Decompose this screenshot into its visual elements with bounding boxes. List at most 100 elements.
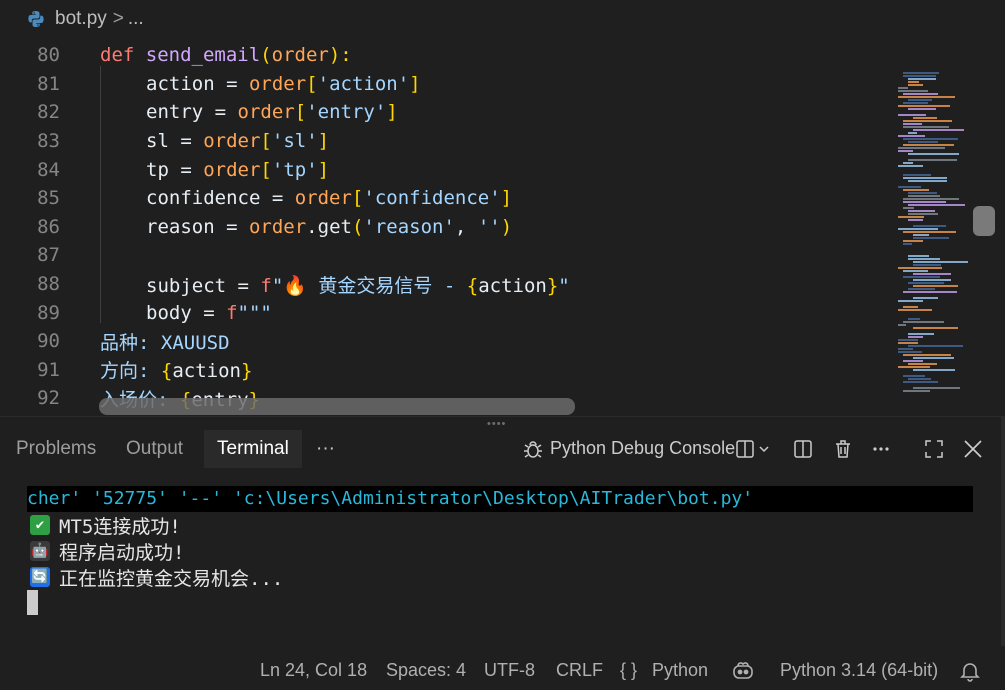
minimap-line	[908, 141, 938, 143]
code-editor[interactable]: 80 def send_email(order): 81 action = or…	[0, 38, 1005, 416]
minimap-line	[908, 99, 932, 101]
operator: =	[226, 274, 261, 297]
operator: =	[168, 130, 204, 153]
bell-icon[interactable]	[957, 658, 983, 684]
code-line-89: 89 body = f"""	[0, 298, 900, 327]
copilot-icon[interactable]	[730, 657, 756, 683]
object: order	[248, 72, 307, 95]
chevron-right-icon: >	[112, 8, 124, 29]
minimap-line	[913, 129, 964, 131]
code-line-86: 86 reason = order.get('reason', '')	[0, 213, 900, 242]
maximize-panel-icon[interactable]	[921, 436, 947, 462]
minimap-line	[903, 75, 936, 77]
tab-problems[interactable]: Problems	[16, 430, 96, 468]
minimap-line	[898, 366, 930, 368]
debug-bug-icon	[520, 436, 546, 462]
terminal-output[interactable]: cher' '52775' '--' 'c:\Users\Administrat…	[0, 480, 1005, 640]
code-line-88: 88 subject = f"🔥 黄金交易信号 - {action}"	[0, 270, 900, 299]
trash-icon[interactable]	[830, 436, 856, 462]
minimap-line	[908, 78, 936, 80]
breadcrumb-file[interactable]: bot.py	[55, 8, 107, 30]
minimap[interactable]	[898, 72, 970, 402]
keyword: def	[100, 44, 135, 67]
fstring-prefix: f	[260, 274, 272, 297]
minimap-line	[908, 192, 937, 194]
bracket: ]	[409, 72, 421, 95]
more-actions-icon[interactable]	[868, 436, 894, 462]
string: 方向:	[100, 360, 161, 383]
minimap-line	[908, 210, 935, 212]
line-ending[interactable]: CRLF	[556, 660, 603, 681]
variable: action	[146, 72, 215, 95]
minimap-line	[908, 204, 965, 206]
string: 黄金交易信号 -	[306, 274, 467, 297]
minimap-line	[908, 258, 940, 260]
panel-divider	[0, 416, 1005, 417]
interp-variable: action	[478, 274, 547, 297]
minimap-line	[903, 306, 918, 308]
minimap-line	[903, 126, 949, 128]
language-mode[interactable]: Python	[652, 660, 708, 681]
minimap-line	[913, 327, 958, 329]
minimap-line	[898, 165, 923, 167]
breadcrumb-more[interactable]: ...	[128, 8, 144, 30]
minimap-line	[913, 279, 951, 281]
terminal-name[interactable]: Python Debug Console	[550, 438, 735, 459]
bracket: [	[260, 130, 272, 153]
bracket: [	[306, 72, 318, 95]
quote: "	[271, 274, 284, 297]
minimap-line	[913, 297, 938, 299]
minimap-line	[903, 270, 928, 272]
minimap-line	[908, 81, 919, 83]
minimap-line	[903, 291, 957, 293]
bracket: ]	[500, 187, 513, 210]
bracket: [	[260, 158, 272, 181]
minimap-line	[908, 336, 923, 338]
minimap-line	[903, 231, 956, 233]
editor-vertical-scrollbar[interactable]	[973, 206, 995, 236]
editor-horizontal-scrollbar[interactable]	[99, 398, 575, 415]
variable: tp	[146, 158, 169, 181]
python-file-icon	[27, 10, 45, 28]
bracket: ]	[386, 101, 398, 124]
indentation[interactable]: Spaces: 4	[386, 660, 466, 681]
line-number: 86	[37, 215, 60, 238]
minimap-line	[898, 114, 926, 116]
minimap-line	[903, 162, 913, 164]
minimap-line	[908, 378, 931, 380]
line-number: 80	[37, 44, 60, 67]
split-panel-icon[interactable]	[790, 436, 816, 462]
tab-terminal[interactable]: Terminal	[204, 430, 302, 468]
python-interpreter[interactable]: Python 3.14 (64-bit)	[780, 660, 938, 681]
braces-icon: { }	[620, 660, 638, 680]
method: get	[317, 215, 352, 238]
minimap-line	[903, 201, 946, 203]
string: 'reason'	[363, 215, 455, 238]
minimap-line	[908, 288, 935, 290]
encoding[interactable]: UTF-8	[484, 660, 535, 681]
more-tabs-icon[interactable]: ···	[316, 438, 335, 460]
paren: )	[500, 215, 513, 238]
terminal-text: 正在监控黄金交易机会...	[59, 567, 284, 590]
line-number: 82	[37, 101, 60, 124]
minimap-line	[898, 339, 918, 341]
object: order	[203, 158, 261, 181]
param: order	[271, 44, 329, 67]
close-icon[interactable]	[960, 436, 986, 462]
dot: .	[306, 215, 318, 238]
panel-resize-sash[interactable]: ••••	[487, 418, 506, 430]
chevron-down-icon[interactable]	[756, 436, 772, 462]
minimap-line	[903, 120, 952, 122]
triple-quote: """	[237, 301, 272, 324]
split-terminal-icon[interactable]	[732, 436, 758, 462]
minimap-line	[903, 207, 914, 209]
code-line-85: 85 confidence = order['confidence']	[0, 184, 900, 213]
minimap-line	[908, 333, 934, 335]
minimap-line	[913, 117, 937, 119]
cursor-position[interactable]: Ln 24, Col 18	[260, 660, 367, 681]
minimap-line	[913, 234, 929, 236]
tab-output[interactable]: Output	[126, 430, 183, 468]
line-number: 88	[37, 273, 60, 296]
operator: =	[191, 301, 227, 324]
code-line-90: 90 品种: XAUUSD	[0, 327, 900, 356]
